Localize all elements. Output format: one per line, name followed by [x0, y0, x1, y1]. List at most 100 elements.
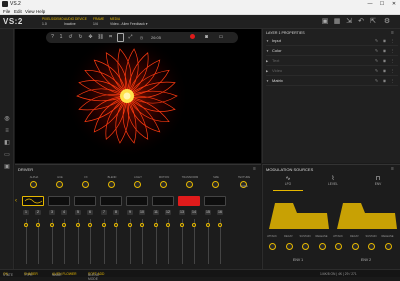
property-row-color[interactable]: ▼ Color ✎ ◉ ⋮	[266, 46, 398, 56]
help-icon[interactable]: ?	[49, 33, 56, 42]
slot-number[interactable]: 5	[75, 210, 81, 215]
knob[interactable]	[30, 181, 37, 188]
slot-number[interactable]: 3	[49, 210, 55, 215]
prev-arrow-icon[interactable]: ‹	[15, 198, 17, 204]
folder-icon[interactable]: ▭	[217, 33, 225, 42]
property-row-matrix[interactable]: ▼ Matrix ✎ ◉ ⋮	[266, 76, 398, 86]
header-audio-device[interactable]: AUDIO DEVICE Inactive	[64, 17, 87, 26]
knob[interactable]	[134, 181, 141, 188]
fader-knob[interactable]	[180, 223, 184, 227]
driver-slot[interactable]	[204, 196, 226, 206]
more-icon[interactable]: ⋮	[390, 66, 395, 76]
settings-icon[interactable]: ⚙	[383, 18, 391, 26]
grid-icon[interactable]: ▦	[333, 18, 341, 26]
toolbar-value[interactable]: 1	[58, 33, 64, 42]
property-row-video[interactable]: ▶ Video ✎ ◉ ⋮	[266, 66, 398, 76]
slot-number[interactable]: 7	[101, 210, 107, 215]
fader-knob[interactable]	[192, 223, 196, 227]
env-knob[interactable]	[318, 243, 326, 250]
fader-knob[interactable]	[140, 223, 144, 227]
driver-slot[interactable]	[126, 196, 148, 206]
fader-knob[interactable]	[24, 223, 28, 227]
env-knob[interactable]	[269, 243, 276, 250]
fader-knob[interactable]	[50, 223, 54, 227]
tab-env[interactable]: ⊓ ENV	[363, 175, 393, 191]
minimize-button[interactable]: —	[364, 0, 376, 8]
fader-knob[interactable]	[166, 223, 170, 227]
menu-edit[interactable]: Edit	[14, 9, 22, 14]
crop-icon[interactable]: ⌗	[107, 33, 114, 42]
slot-number[interactable]: 11	[153, 210, 159, 215]
knob[interactable]	[108, 181, 115, 188]
header-pixels[interactable]: PIXELS/DEMO 1.0	[42, 17, 64, 26]
undo-icon[interactable]: ↶	[357, 18, 365, 26]
more-icon[interactable]: ⋮	[390, 46, 395, 56]
header-media[interactable]: MEDIA Video - Alien Feedback ▾	[110, 17, 147, 26]
slot-number[interactable]: 8	[113, 210, 119, 215]
slot-number[interactable]: 1	[23, 210, 29, 215]
more-icon[interactable]: ⋮	[390, 36, 395, 46]
slot-number[interactable]: 12	[165, 210, 171, 215]
visibility-icon[interactable]: ◉	[382, 36, 387, 46]
tab-lfo[interactable]: ∿ LFO	[273, 175, 303, 191]
more-icon[interactable]: ⋮	[390, 56, 395, 66]
fader-knob[interactable]	[128, 223, 132, 227]
driver-slot[interactable]	[100, 196, 122, 206]
fader-knob[interactable]	[88, 223, 92, 227]
close-button[interactable]: ✕	[388, 0, 400, 8]
layers-stack-icon[interactable]: ◧	[3, 139, 11, 147]
export-icon[interactable]: ⇱	[369, 18, 377, 26]
modulation-menu-icon[interactable]: ≡	[391, 166, 394, 172]
preview-viewport[interactable]	[15, 29, 261, 163]
record-button[interactable]	[189, 33, 196, 42]
save-icon[interactable]: ▣	[321, 18, 329, 26]
rotate-icon[interactable]: ↺	[67, 33, 74, 42]
driver-slot[interactable]	[48, 196, 70, 206]
slot-number[interactable]: 9	[127, 210, 133, 215]
slot-number[interactable]: 10	[139, 210, 145, 215]
fader-knob[interactable]	[102, 223, 106, 227]
env-knob[interactable]	[384, 243, 392, 250]
fader-knob[interactable]	[36, 223, 40, 227]
menu-help[interactable]: Help	[36, 9, 45, 14]
fader-knob[interactable]	[62, 223, 66, 227]
move-icon[interactable]: ✥	[87, 33, 94, 42]
visibility-icon[interactable]: ◉	[382, 56, 387, 66]
fader-knob[interactable]	[206, 223, 210, 227]
menu-view[interactable]: View	[25, 9, 35, 14]
env-knob[interactable]	[351, 243, 359, 250]
driver-slot[interactable]	[22, 196, 44, 206]
edit-icon[interactable]: ✎	[374, 66, 379, 76]
edit-icon[interactable]: ✎	[374, 46, 379, 56]
import-icon[interactable]: ⇲	[345, 18, 353, 26]
media-icon[interactable]: ▭	[3, 151, 11, 159]
camera-icon[interactable]: ◙	[203, 33, 210, 42]
layers-icon[interactable]: ◎	[3, 115, 11, 123]
visibility-icon[interactable]: ◉	[382, 66, 387, 76]
output-icon[interactable]: ▣	[3, 163, 11, 171]
visibility-icon[interactable]: ◉	[382, 76, 387, 86]
edit-icon[interactable]: ✎	[374, 56, 379, 66]
visibility-icon[interactable]: ◉	[382, 46, 387, 56]
link-icon[interactable]: ⛓	[97, 33, 104, 42]
slot-number[interactable]: 15	[205, 210, 211, 215]
driver-slot[interactable]	[178, 196, 200, 206]
property-row-text[interactable]: ▶ Text ✎ ◉ ⋮	[266, 56, 398, 66]
env-knob[interactable]	[368, 243, 375, 250]
env-knob[interactable]	[285, 243, 293, 250]
redo-icon[interactable]: ↻	[77, 33, 84, 42]
time-icon[interactable]: ◷	[138, 33, 145, 42]
audio-icon[interactable]: ≡	[3, 127, 11, 135]
driver-slot[interactable]	[74, 196, 96, 206]
fader-knob[interactable]	[154, 223, 158, 227]
edit-icon[interactable]: ✎	[374, 76, 379, 86]
slot-number[interactable]: 13	[179, 210, 185, 215]
fader-knob[interactable]	[76, 223, 80, 227]
fader-knob[interactable]	[218, 223, 222, 227]
env-knob[interactable]	[335, 243, 342, 250]
env-knob[interactable]	[302, 243, 309, 250]
fit-icon[interactable]	[117, 33, 124, 42]
knob[interactable]	[82, 181, 89, 188]
fader-knob[interactable]	[114, 223, 118, 227]
menu-file[interactable]: File	[3, 9, 10, 14]
